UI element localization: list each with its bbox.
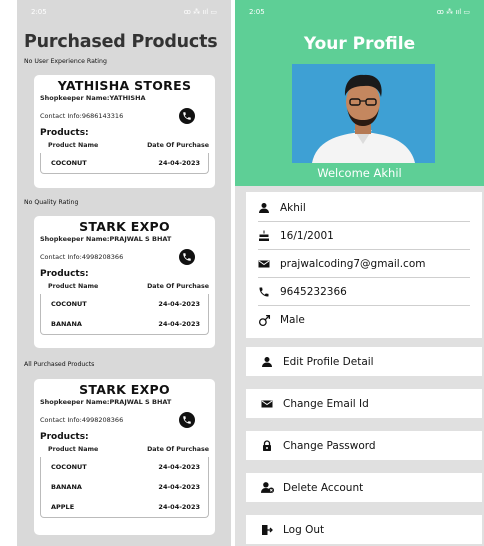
person-remove-icon xyxy=(261,481,277,494)
col-product-name: Product Name xyxy=(48,446,99,453)
shop-name: STARK EXPO xyxy=(79,382,170,397)
profile-header: Your Profile Welcome Akhil xyxy=(235,24,484,186)
product-name: BANANA xyxy=(51,320,82,328)
info-row-gender: Male xyxy=(258,306,470,334)
purchase-date: 24-04-2023 xyxy=(158,483,200,491)
profile-photo[interactable] xyxy=(292,64,435,163)
profile-screen: 2:05 ꝏ ⁂ ııl ▭ Your Profile Welcome Akhi… xyxy=(235,0,484,546)
shopkeeper-name: Shopkeeper Name:YATHISHA xyxy=(40,94,146,102)
change-password-button[interactable]: Change Password xyxy=(246,431,482,460)
purchase-date: 24-04-2023 xyxy=(158,159,200,167)
products-label: Products: xyxy=(40,432,89,442)
user-email: prajwalcoding7@gmail.com xyxy=(280,257,426,270)
purchase-date: 24-04-2023 xyxy=(158,463,200,471)
avatar-image xyxy=(292,64,435,163)
product-row: COCONUT 24-04-2023 xyxy=(45,294,204,314)
call-button[interactable] xyxy=(179,108,195,124)
lock-icon xyxy=(261,439,277,452)
product-row: COCONUT 24-04-2023 xyxy=(45,457,204,477)
change-email-button[interactable]: Change Email Id xyxy=(246,389,482,418)
cake-icon xyxy=(258,230,274,242)
call-button[interactable] xyxy=(179,412,195,428)
info-row-name: Akhil xyxy=(258,194,470,222)
mail-icon xyxy=(258,258,274,270)
delete-account-button[interactable]: Delete Account xyxy=(246,473,482,502)
shopkeeper-name: Shopkeeper Name:PRAJWAL S BHAT xyxy=(40,235,172,243)
user-gender: Male xyxy=(280,314,305,326)
product-row: BANANA 24-04-2023 xyxy=(45,314,204,334)
logout-button[interactable]: Log Out xyxy=(246,515,482,544)
delete-account-label: Delete Account xyxy=(283,481,364,494)
info-row-dob: 16/1/2001 xyxy=(258,222,470,250)
purchase-date: 24-04-2023 xyxy=(158,320,200,328)
welcome-text: Welcome Akhil xyxy=(317,166,402,180)
status-time: 2:05 xyxy=(31,8,47,16)
edit-profile-label: Edit Profile Detail xyxy=(283,355,374,368)
products-table-header: Product Name Date Of Purchase xyxy=(40,138,209,149)
phone-icon xyxy=(183,253,191,261)
products-label: Products: xyxy=(40,269,89,279)
products-list: COCONUT 24-04-2023 xyxy=(40,153,209,174)
shop-name: STARK EXPO xyxy=(79,219,170,234)
shop-card: STARK EXPO Shopkeeper Name:PRAJWAL S BHA… xyxy=(34,379,215,535)
product-name: COCONUT xyxy=(51,463,87,471)
user-phone: 9645232366 xyxy=(280,285,347,298)
products-table-header: Product Name Date Of Purchase xyxy=(40,442,209,453)
contact-info: Contact Info:4998208366 xyxy=(40,416,124,424)
status-icons: ꝏ ⁂ ııl ▭ xyxy=(436,8,470,16)
product-row: BANANA 24-04-2023 xyxy=(45,477,204,497)
phone-icon xyxy=(258,286,274,298)
product-name: APPLE xyxy=(51,503,75,511)
shop-name: YATHISHA STORES xyxy=(57,78,192,93)
contact-info: Contact Info:4998208366 xyxy=(40,253,124,261)
gender-icon xyxy=(258,314,274,327)
product-name: BANANA xyxy=(51,483,82,491)
edit-profile-button[interactable]: Edit Profile Detail xyxy=(246,347,482,376)
shopkeeper-name: Shopkeeper Name:PRAJWAL S BHAT xyxy=(40,398,172,406)
purchased-products-screen: 2:05 ꝏ ⁂ ııl ▭ Purchased Products No Use… xyxy=(17,0,231,546)
profile-info-card: Akhil 16/1/2001 prajwalcoding7@gmail.com… xyxy=(246,192,482,338)
products-label: Products: xyxy=(40,128,89,138)
logout-icon xyxy=(261,524,277,536)
person-icon xyxy=(261,356,277,368)
phone-icon xyxy=(183,416,191,424)
products-list: COCONUT 24-04-2023 BANANA 24-04-2023 xyxy=(40,294,209,335)
purchase-date: 24-04-2023 xyxy=(158,300,200,308)
col-product-name: Product Name xyxy=(48,142,99,149)
col-product-name: Product Name xyxy=(48,283,99,290)
user-dob: 16/1/2001 xyxy=(280,229,334,242)
page-title: Your Profile xyxy=(303,34,416,54)
product-row: APPLE 24-04-2023 xyxy=(45,497,204,517)
product-row: COCONUT 24-04-2023 xyxy=(45,153,204,173)
col-date-of-purchase: Date Of Purchase xyxy=(147,283,209,290)
phone-icon xyxy=(183,112,191,120)
info-row-email: prajwalcoding7@gmail.com xyxy=(258,250,470,278)
logout-label: Log Out xyxy=(283,523,325,536)
call-button[interactable] xyxy=(179,249,195,265)
status-time: 2:05 xyxy=(249,8,265,16)
shop-card: STARK EXPO Shopkeeper Name:PRAJWAL S BHA… xyxy=(34,216,215,348)
products-table-header: Product Name Date Of Purchase xyxy=(40,279,209,290)
mail-icon xyxy=(261,398,277,410)
page-title: Purchased Products xyxy=(24,32,218,52)
info-row-phone: 9645232366 xyxy=(258,278,470,306)
person-icon xyxy=(258,202,274,214)
col-date-of-purchase: Date Of Purchase xyxy=(147,142,209,149)
user-name: Akhil xyxy=(280,201,306,214)
rating-label: All Purchased Products xyxy=(24,361,95,368)
product-name: COCONUT xyxy=(51,300,87,308)
col-date-of-purchase: Date Of Purchase xyxy=(147,446,209,453)
status-bar: 2:05 ꝏ ⁂ ııl ▭ xyxy=(235,0,484,24)
purchase-date: 24-04-2023 xyxy=(158,503,200,511)
change-email-label: Change Email Id xyxy=(283,397,369,410)
rating-label: No User Experience Rating xyxy=(24,58,107,65)
status-icons: ꝏ ⁂ ııl ▭ xyxy=(183,8,217,16)
status-bar: 2:05 ꝏ ⁂ ııl ▭ xyxy=(17,0,231,24)
contact-info: Contact Info:9686143316 xyxy=(40,112,124,120)
product-name: COCONUT xyxy=(51,159,87,167)
shop-card: YATHISHA STORES Shopkeeper Name:YATHISHA… xyxy=(34,75,215,188)
products-list: COCONUT 24-04-2023 BANANA 24-04-2023 APP… xyxy=(40,457,209,518)
change-password-label: Change Password xyxy=(283,439,376,452)
rating-label: No Quality Rating xyxy=(24,199,79,206)
